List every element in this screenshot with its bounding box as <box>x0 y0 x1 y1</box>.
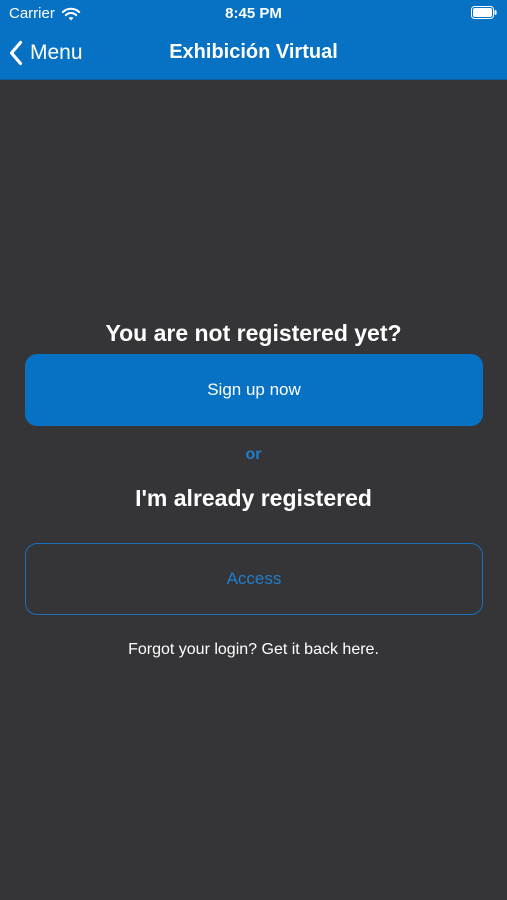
access-button[interactable]: Access <box>25 543 483 615</box>
main-content: You are not registered yet? Sign up now … <box>0 80 507 900</box>
access-heading: I'm already registered <box>135 485 372 511</box>
signup-heading: You are not registered yet? <box>105 320 402 346</box>
forgot-login-link[interactable]: Forgot your login? Get it back here. <box>0 641 507 659</box>
status-bar: Carrier 8:45 PM <box>0 0 507 28</box>
top-bar: Carrier 8:45 PM Menu Exhibición Virtual <box>0 0 507 80</box>
sign-up-button[interactable]: Sign up now <box>25 354 483 426</box>
navigation-bar: Menu Exhibición Virtual <box>0 28 507 78</box>
page-title: Exhibición Virtual <box>169 41 338 63</box>
or-label: or <box>245 446 262 463</box>
battery-icon <box>471 6 497 19</box>
status-time: 8:45 PM <box>225 5 282 22</box>
